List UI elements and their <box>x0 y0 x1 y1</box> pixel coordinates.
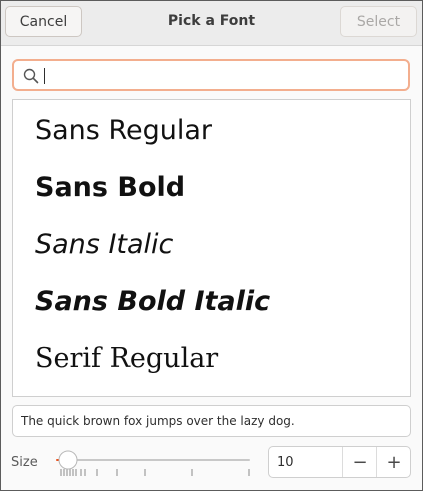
header-bar: Cancel Pick a Font Select <box>1 1 422 46</box>
search-icon <box>22 67 40 85</box>
size-label: Size <box>11 455 38 470</box>
preview-text-field[interactable] <box>13 406 401 436</box>
font-item-sans-regular[interactable]: Sans Regular <box>35 111 212 151</box>
size-slider[interactable] <box>53 449 255 481</box>
preview-box[interactable] <box>12 405 411 437</box>
font-chooser-dialog: Cancel Pick a Font Select Sans Regular S… <box>0 0 423 491</box>
font-list[interactable]: Sans Regular Sans Bold Sans Italic Sans … <box>12 99 411 397</box>
search-input[interactable] <box>42 65 398 85</box>
select-button[interactable]: Select <box>340 6 417 37</box>
font-item-sans-bold[interactable]: Sans Bold <box>35 168 185 208</box>
size-spinbutton[interactable]: − + <box>268 446 411 478</box>
slider-ticks <box>60 469 250 476</box>
font-item-sans-bold-italic[interactable]: Sans Bold Italic <box>35 282 270 322</box>
increase-button[interactable]: + <box>376 447 411 477</box>
slider-handle[interactable] <box>58 450 78 470</box>
font-item-serif-regular[interactable]: Serif Regular <box>35 339 218 379</box>
font-item-sans-italic[interactable]: Sans Italic <box>35 225 173 265</box>
size-value-input[interactable] <box>277 452 339 472</box>
decrease-button[interactable]: − <box>342 447 377 477</box>
search-box[interactable] <box>12 59 410 91</box>
